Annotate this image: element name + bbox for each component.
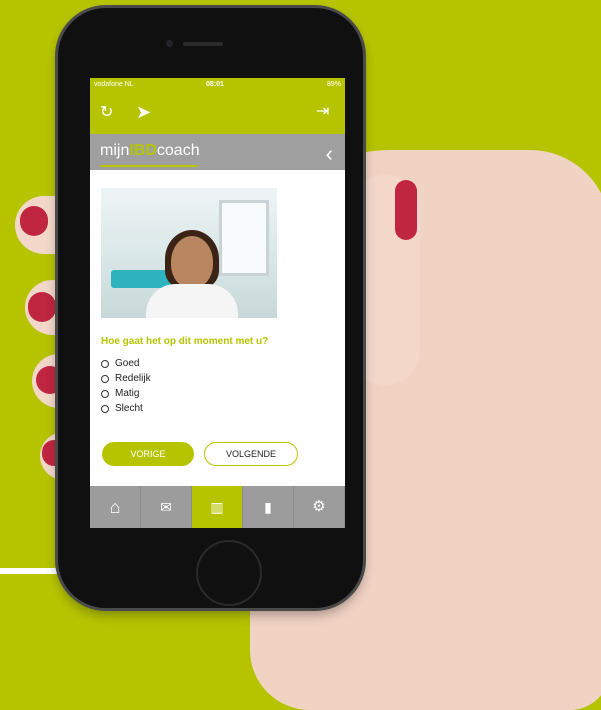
app-header: mijnIBDcoach ‹ [90, 134, 345, 170]
battery-label: 89% [326, 81, 341, 88]
next-button[interactable]: VOLGENDE [204, 442, 298, 466]
logout-icon[interactable]: ⇥ [316, 104, 329, 120]
logo-suffix: coach [156, 142, 200, 159]
bar-chart-icon[interactable]: ▮ [243, 486, 294, 528]
phone-camera [166, 40, 173, 47]
nail-2 [28, 292, 56, 322]
carrier-label: vodafone NL [94, 81, 134, 88]
thumb-nail [395, 180, 417, 240]
doctor-face [171, 236, 213, 288]
answer-option-redelijk[interactable]: Redelijk [101, 373, 151, 384]
phone-screen: vodafone NL 08:01 89% ↻ ➤ ⇥ mijnIBDcoach… [90, 78, 345, 528]
room-window [219, 200, 269, 276]
radio-icon[interactable] [101, 389, 109, 398]
previous-button[interactable]: VORIGE [102, 442, 194, 466]
refresh-icon[interactable]: ↻ [100, 105, 113, 121]
answer-option-goed[interactable]: Goed [101, 358, 151, 369]
top-toolbar: ↻ ➤ ⇥ [90, 92, 345, 134]
answer-options: Goed Redelijk Matig Slecht [101, 358, 151, 418]
answer-option-slecht[interactable]: Slecht [101, 403, 151, 414]
phone-speaker [183, 42, 223, 46]
doctor-coat [146, 284, 238, 318]
answer-option-matig[interactable]: Matig [101, 388, 151, 399]
logo-brand: IBD [129, 142, 157, 159]
logo-prefix: mijn [100, 142, 130, 159]
phone-home-button[interactable] [196, 540, 262, 606]
time-label: 08:01 [206, 81, 224, 88]
nail-1 [20, 206, 48, 236]
app-logo: mijnIBDcoach [100, 142, 200, 160]
home-icon[interactable]: ⌂ [90, 486, 141, 528]
mail-icon[interactable]: ✉ [141, 486, 192, 528]
assistant-photo [101, 188, 277, 318]
library-icon[interactable]: ▥ [192, 486, 243, 528]
back-arrow-icon[interactable]: ➤ [136, 103, 151, 121]
status-bar: vodafone NL 08:01 89% [90, 78, 345, 92]
radio-icon[interactable] [101, 374, 109, 383]
logo-underline [100, 165, 198, 167]
bottom-navigation: ⌂ ✉ ▥ ▮ ⚙ [90, 486, 345, 528]
question-title: Hoe gaat het op dit moment met u? [101, 336, 269, 347]
chevron-left-icon[interactable]: ‹ [326, 141, 333, 167]
settings-icon[interactable]: ⚙ [294, 486, 345, 528]
radio-icon[interactable] [101, 404, 109, 413]
radio-icon[interactable] [101, 359, 109, 368]
